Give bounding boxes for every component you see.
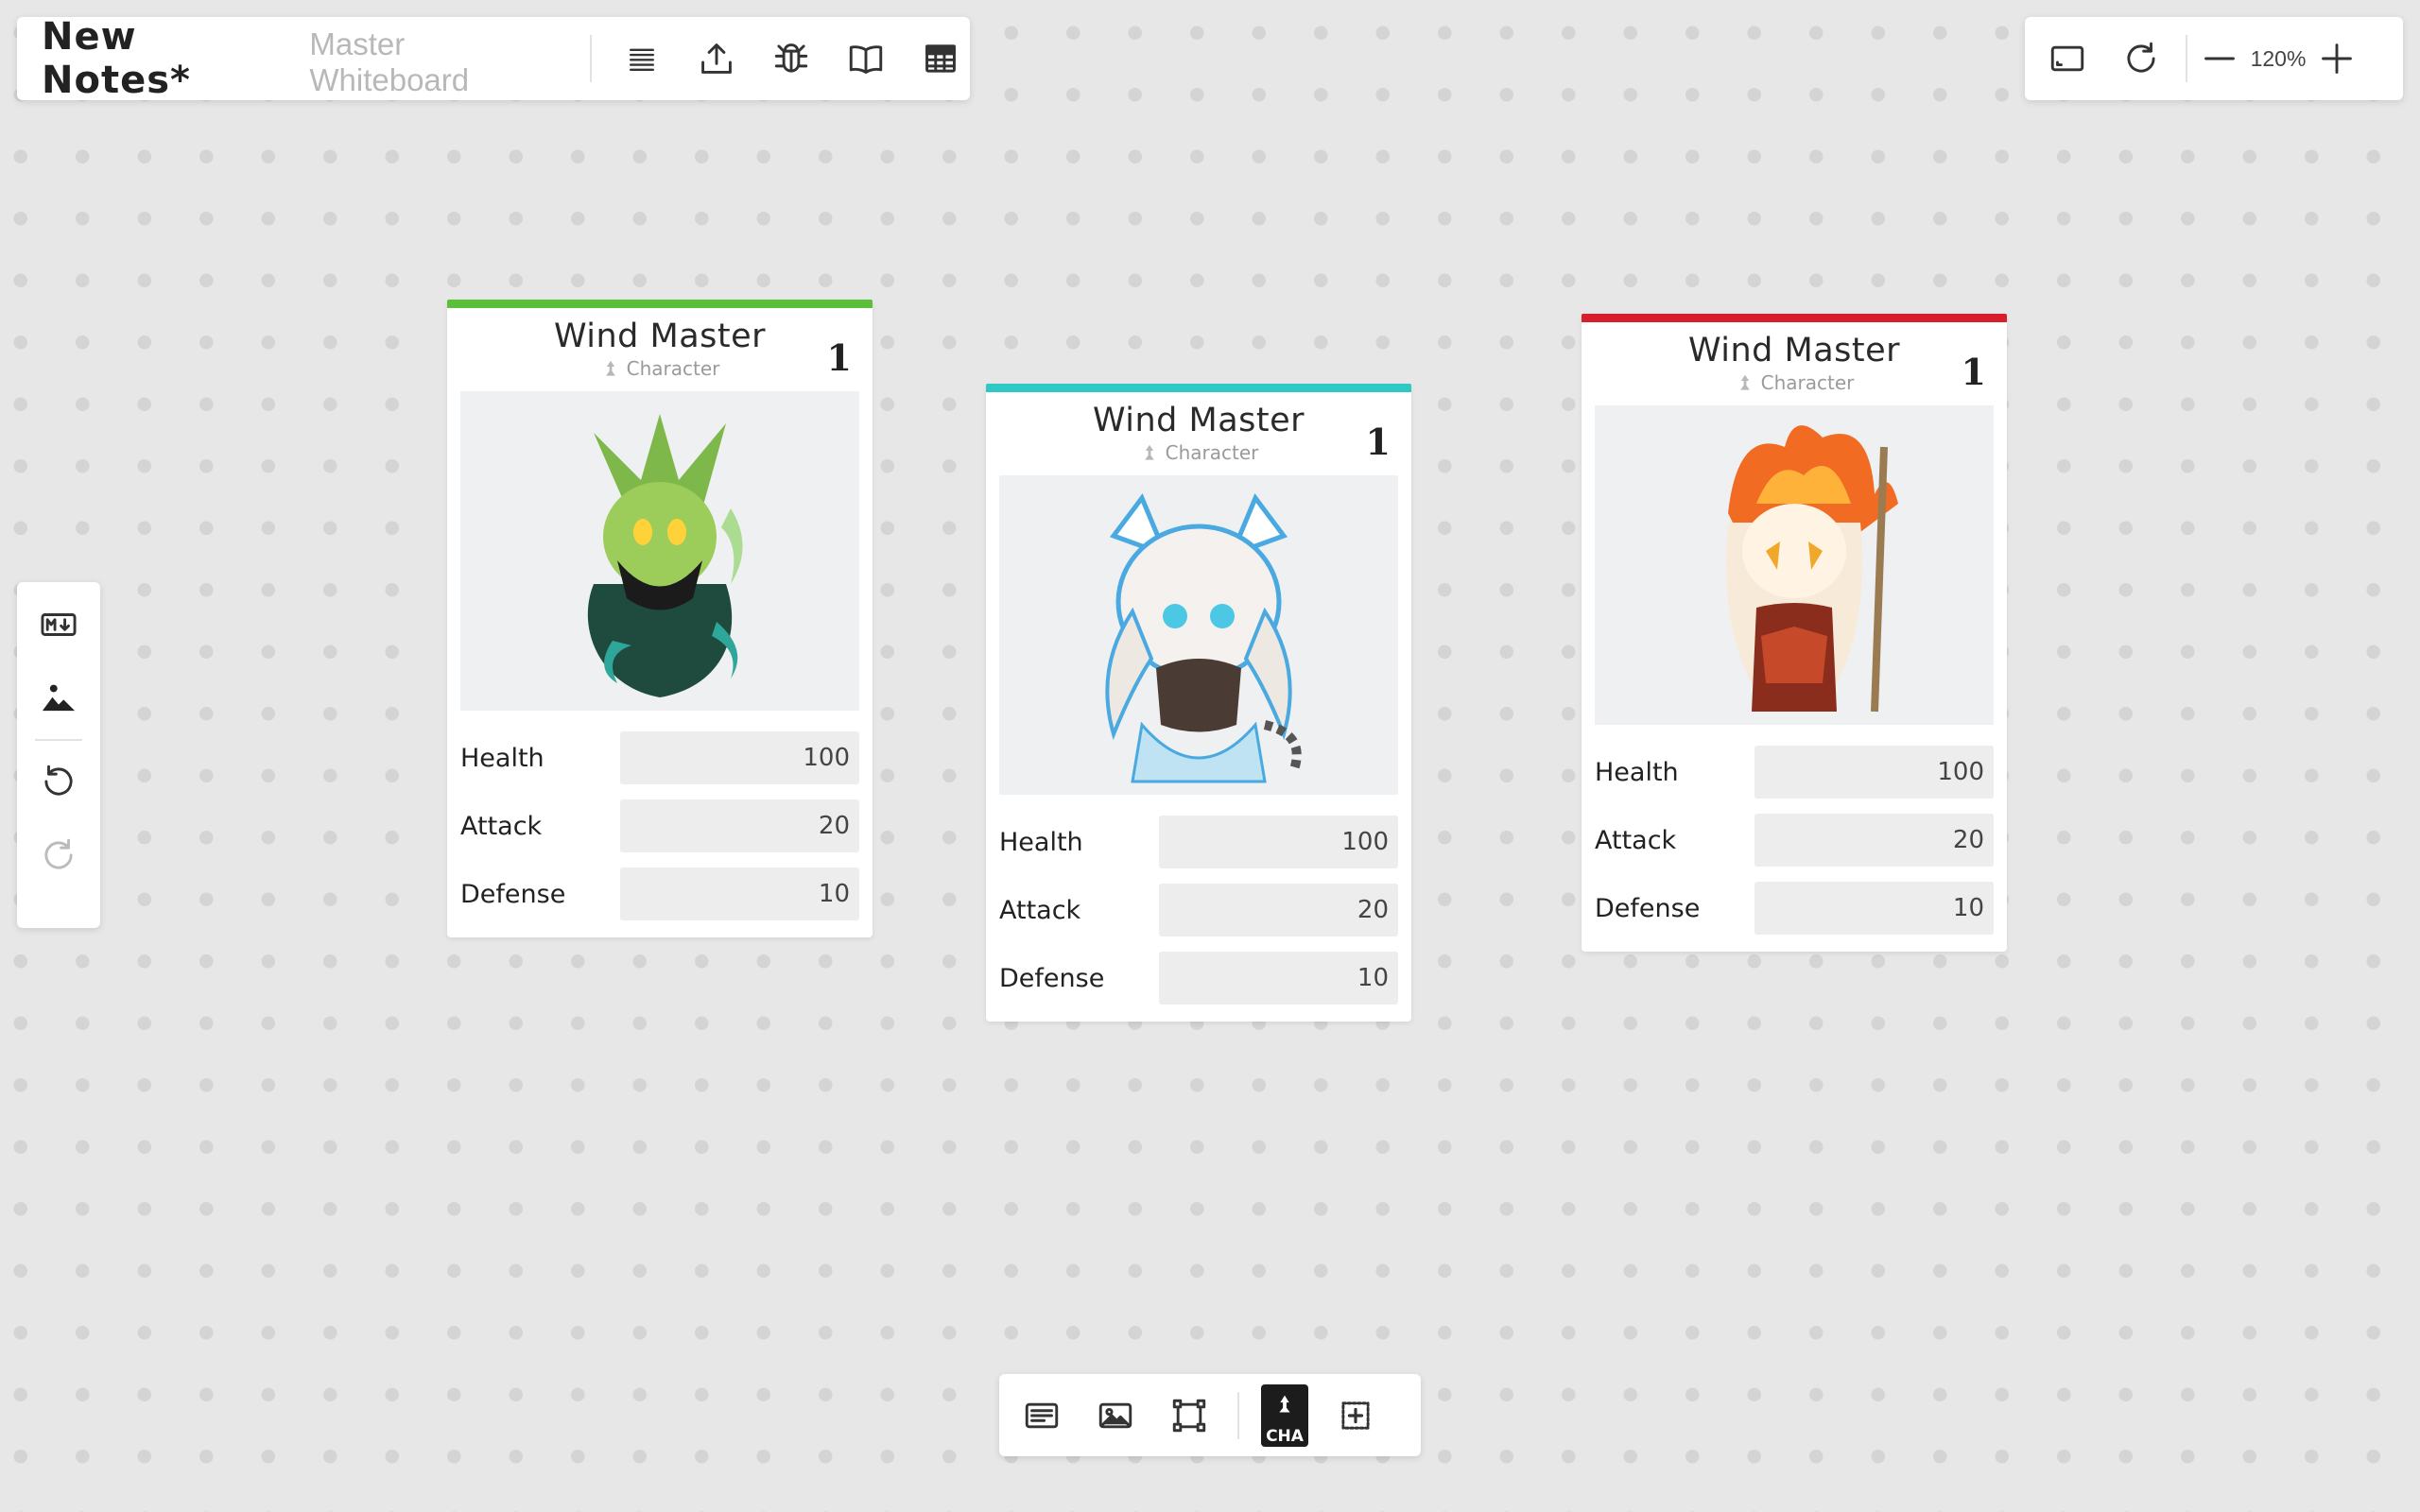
zoom-in-icon[interactable] bbox=[2316, 29, 2358, 88]
card-level: 1 bbox=[826, 336, 852, 379]
card-type: Character bbox=[447, 357, 873, 380]
redo-icon[interactable] bbox=[29, 826, 88, 885]
character-icon bbox=[1144, 444, 1154, 460]
undo-icon[interactable] bbox=[29, 752, 88, 811]
stat-row-health: Health 100 bbox=[1595, 746, 1994, 799]
stat-label: Defense bbox=[999, 963, 1105, 993]
card-name: Wind Master bbox=[1092, 402, 1305, 439]
stat-label: Attack bbox=[999, 895, 1081, 925]
stat-value-field[interactable]: 100 bbox=[620, 731, 859, 784]
stat-row-health: Health 100 bbox=[999, 816, 1398, 868]
stat-row-attack: Attack 20 bbox=[1595, 814, 1994, 867]
character-art bbox=[999, 475, 1398, 795]
image-icon[interactable] bbox=[1086, 1386, 1145, 1445]
stat-value-field[interactable]: 10 bbox=[620, 868, 859, 920]
character-art bbox=[460, 391, 859, 711]
markdown-icon[interactable] bbox=[29, 595, 88, 654]
toolbar-divider bbox=[2186, 35, 2187, 82]
upload-icon[interactable] bbox=[687, 29, 746, 88]
frame-icon[interactable] bbox=[1160, 1386, 1219, 1445]
stat-label: Attack bbox=[1595, 825, 1677, 855]
stat-value-field[interactable]: 10 bbox=[1159, 952, 1398, 1005]
document-title[interactable]: New Notes* bbox=[42, 15, 296, 102]
card-accent-bar bbox=[447, 300, 873, 308]
document-subtitle: Master Whiteboard bbox=[309, 26, 470, 97]
character-card-label: CHA bbox=[1266, 1426, 1304, 1446]
stat-label: Health bbox=[999, 827, 1083, 857]
stat-row-attack: Attack 20 bbox=[999, 884, 1398, 936]
character-card[interactable]: Wind Master Character 1 Health 100 Attac… bbox=[447, 300, 873, 937]
table-icon[interactable] bbox=[911, 29, 970, 88]
card-accent-bar bbox=[1582, 314, 2007, 322]
card-type-label: Character bbox=[626, 357, 720, 380]
card-type: Character bbox=[1582, 371, 2007, 394]
stat-label: Defense bbox=[1595, 893, 1701, 923]
fit-screen-icon[interactable] bbox=[2038, 29, 2097, 88]
book-icon[interactable] bbox=[837, 29, 895, 88]
stat-value-field[interactable]: 20 bbox=[620, 799, 859, 852]
stat-value-field[interactable]: 10 bbox=[1754, 882, 1994, 935]
stat-row-defense: Defense 10 bbox=[1595, 882, 1994, 935]
card-type: Character bbox=[986, 441, 1411, 464]
stat-value-field[interactable]: 20 bbox=[1159, 884, 1398, 936]
stat-row-defense: Defense 10 bbox=[460, 868, 859, 920]
image-mountain-icon[interactable] bbox=[29, 669, 88, 728]
card-level: 1 bbox=[1365, 421, 1391, 463]
add-icon[interactable] bbox=[1326, 1386, 1385, 1445]
character-card[interactable]: Wind Master Character 1 Health 100 Attac… bbox=[1582, 314, 2007, 952]
character-icon bbox=[605, 360, 615, 376]
toolbar-divider bbox=[35, 739, 82, 741]
refresh-icon[interactable] bbox=[2112, 29, 2170, 88]
stat-value-field[interactable]: 20 bbox=[1754, 814, 1994, 867]
bug-icon[interactable] bbox=[762, 29, 821, 88]
stat-value-field[interactable]: 100 bbox=[1159, 816, 1398, 868]
zoom-level[interactable]: 120% bbox=[2240, 46, 2316, 72]
fire-mage-character bbox=[1726, 425, 1898, 713]
stat-row-attack: Attack 20 bbox=[460, 799, 859, 852]
white-tiger-character bbox=[1105, 493, 1302, 783]
stat-row-defense: Defense 10 bbox=[999, 952, 1398, 1005]
text-note-icon[interactable] bbox=[1012, 1386, 1071, 1445]
card-type-label: Character bbox=[1760, 371, 1855, 394]
bottom-toolbar: CHA bbox=[999, 1374, 1421, 1456]
character-icon bbox=[1739, 374, 1750, 390]
stat-label: Defense bbox=[460, 879, 566, 909]
stat-label: Health bbox=[1595, 757, 1679, 787]
zoom-toolbar: 120% bbox=[2025, 17, 2403, 100]
left-toolbar bbox=[17, 582, 100, 928]
toolbar-divider bbox=[590, 35, 592, 82]
top-toolbar: New Notes* Master Whiteboard bbox=[17, 15, 970, 102]
card-level: 1 bbox=[1961, 351, 1986, 393]
character-art bbox=[1595, 405, 1994, 725]
stat-label: Attack bbox=[460, 811, 543, 841]
green-dragon-character bbox=[587, 414, 743, 697]
zoom-out-icon[interactable] bbox=[2199, 29, 2240, 88]
menu-icon[interactable] bbox=[613, 29, 671, 88]
card-accent-bar bbox=[986, 384, 1411, 392]
stat-label: Health bbox=[460, 743, 544, 773]
character-card[interactable]: Wind Master Character 1 Health 100 Attac… bbox=[986, 384, 1411, 1022]
card-name: Wind Master bbox=[1687, 332, 1901, 369]
toolbar-divider bbox=[1237, 1391, 1239, 1439]
card-type-label: Character bbox=[1165, 441, 1259, 464]
card-name: Wind Master bbox=[553, 318, 767, 355]
stat-row-health: Health 100 bbox=[460, 731, 859, 784]
character-card-icon[interactable]: CHA bbox=[1258, 1382, 1311, 1450]
stat-value-field[interactable]: 100 bbox=[1754, 746, 1994, 799]
